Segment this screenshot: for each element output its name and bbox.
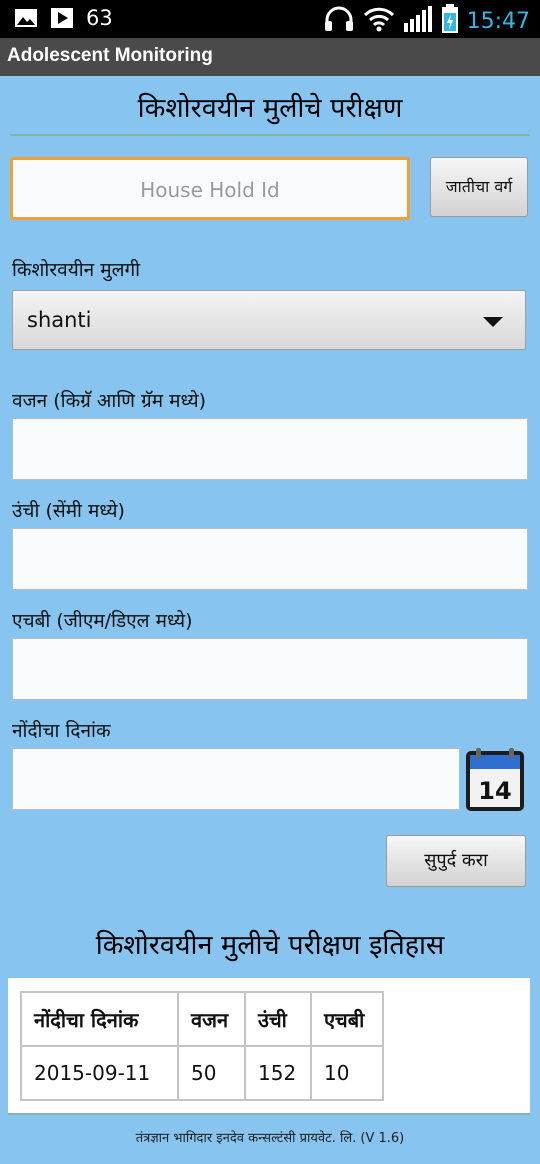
app-title: Adolescent Monitoring: [7, 45, 213, 66]
weight-label: वजन (किग्रॅ आणि ग्रॅम मध्ये): [12, 390, 207, 412]
caste-button[interactable]: जातीचा वर्ग: [430, 157, 528, 217]
date-input[interactable]: [12, 748, 460, 810]
calendar-button[interactable]: 14: [464, 747, 526, 813]
table-header-row: नोंदीचा दिनांक वजन उंची एचबी: [20, 991, 384, 1047]
column-header-date: नोंदीचा दिनांक: [20, 991, 179, 1047]
girl-label: किशोरवयीन मुलगी: [12, 259, 141, 281]
status-bar: 63 15:47: [0, 0, 540, 38]
divider: [10, 134, 530, 136]
hb-input[interactable]: [12, 638, 528, 700]
calendar-day: 14: [478, 777, 511, 805]
headphones-icon: [323, 6, 355, 36]
wifi-icon: [363, 6, 395, 36]
calendar-icon: 14: [466, 748, 524, 811]
app-title-bar: Adolescent Monitoring: [0, 38, 540, 76]
household-id-input[interactable]: House Hold Id: [10, 157, 410, 220]
cell-hb: 10: [310, 1045, 384, 1101]
play-icon: [50, 6, 74, 30]
hb-label: एचबी (जीएम/डिएल मध्ये): [12, 610, 193, 632]
history-divider: [8, 1113, 530, 1115]
girl-select[interactable]: shanti: [12, 290, 526, 350]
girl-selected-value: shanti: [27, 308, 92, 332]
height-input[interactable]: [12, 528, 528, 590]
notification-count: 63: [86, 6, 113, 30]
household-id-placeholder: House Hold Id: [140, 178, 280, 202]
history-table: नोंदीचा दिनांक वजन उंची एचबी 2015-09-11 …: [20, 991, 384, 1101]
signal-icon: [403, 5, 433, 37]
height-label: उंची (सेंमी मध्ये): [12, 500, 125, 522]
battery-charging-icon: [441, 4, 459, 38]
footer-credit: तंत्रज्ञान भागिदार इनदेव कन्सल्टंसी प्रा…: [135, 1131, 405, 1146]
column-header-height: उंची: [244, 991, 312, 1047]
cell-weight: 50: [177, 1045, 246, 1101]
table-row: 2015-09-11 50 152 10: [20, 1045, 384, 1101]
cell-date: 2015-09-11: [20, 1045, 179, 1101]
date-label: नोंदीचा दिनांक: [12, 720, 111, 742]
page-heading: किशोरवयीन मुलीचे परीक्षण: [137, 93, 403, 124]
image-icon: [14, 6, 38, 30]
column-header-weight: वजन: [177, 991, 246, 1047]
weight-input[interactable]: [12, 418, 528, 480]
submit-button[interactable]: सुपुर्द करा: [386, 835, 526, 887]
column-header-hb: एचबी: [310, 991, 384, 1047]
chevron-down-icon: [483, 317, 503, 327]
history-heading: किशोरवयीन मुलीचे परीक्षण इतिहास: [95, 930, 445, 961]
clock: 15:47: [466, 8, 530, 34]
cell-height: 152: [244, 1045, 312, 1101]
